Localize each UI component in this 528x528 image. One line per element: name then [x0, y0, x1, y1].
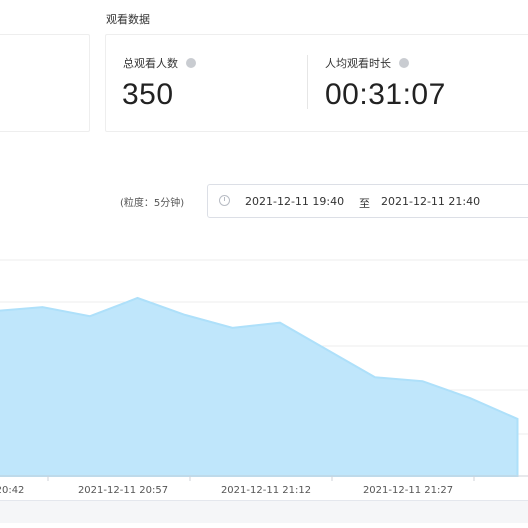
info-icon[interactable] [399, 58, 409, 68]
x-tick-label: 20:42 [0, 485, 24, 496]
range-separator: 至 [359, 197, 370, 210]
total-viewers-value: 350 [122, 78, 174, 111]
end-time[interactable]: 2021-12-11 21:40 [381, 195, 480, 208]
left-card [0, 34, 90, 132]
avg-watch-time-label: 人均观看时长 [325, 55, 409, 71]
area-series [0, 296, 519, 477]
avg-watch-time-label-text: 人均观看时长 [325, 57, 391, 70]
clock-icon [219, 195, 230, 206]
date-range-picker[interactable]: 2021-12-11 19:40 至 2021-12-11 21:40 [207, 184, 528, 218]
chart-zoom-slider[interactable] [0, 500, 528, 523]
stats-divider [307, 55, 308, 109]
x-tick-label: 2021-12-11 21:12 [221, 485, 311, 496]
avg-watch-time-value: 00:31:07 [325, 78, 446, 111]
total-viewers-label: 总观看人数 [123, 55, 196, 71]
x-tick-label: 2021-12-11 20:57 [78, 485, 168, 496]
viewers-area-chart: 20:42 2021-12-11 20:57 2021-12-11 21:12 202… [0, 259, 528, 496]
info-icon[interactable] [186, 58, 196, 68]
start-time[interactable]: 2021-12-11 19:40 [245, 195, 344, 208]
granularity-label: (粒度：5分钟) [120, 198, 185, 209]
section-title: 观看数据 [106, 13, 150, 26]
total-viewers-label-text: 总观看人数 [123, 57, 178, 70]
x-tick-label: 2021-12-11 21:27 [363, 485, 453, 496]
